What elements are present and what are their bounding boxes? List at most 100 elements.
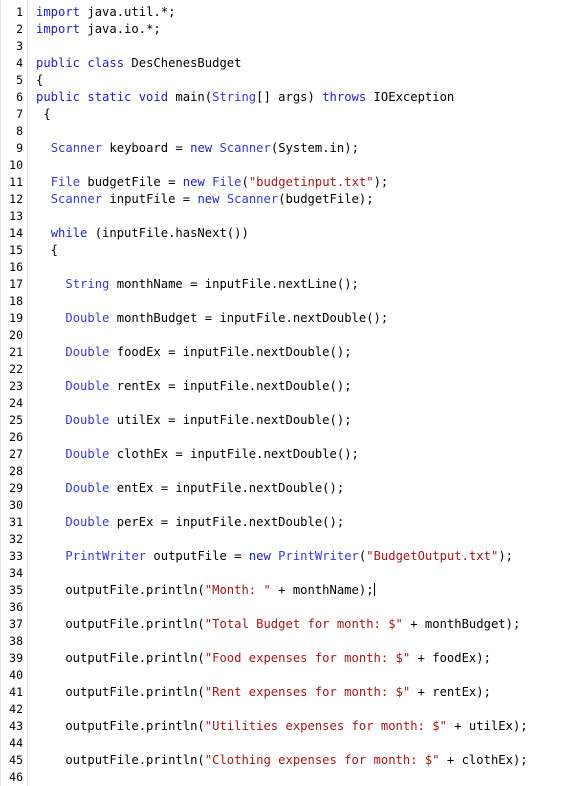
code-token-pln: [36, 481, 65, 495]
code-token-kw: import: [36, 5, 81, 19]
code-line[interactable]: [36, 395, 561, 412]
code-line[interactable]: [36, 633, 561, 650]
code-line[interactable]: [36, 531, 561, 548]
code-token-type: File: [212, 175, 242, 189]
code-line[interactable]: import java.util.*;: [36, 4, 561, 21]
code-line[interactable]: {: [36, 72, 561, 89]
code-line[interactable]: [36, 701, 561, 718]
code-line[interactable]: [36, 361, 561, 378]
line-number: 24: [9, 396, 23, 410]
code-line[interactable]: [36, 565, 561, 582]
code-line[interactable]: [36, 497, 561, 514]
line-number: 34: [9, 566, 23, 580]
code-line[interactable]: [36, 327, 561, 344]
code-line[interactable]: public static void main(String[] args) t…: [36, 89, 561, 106]
code-token-pln: [36, 277, 65, 291]
code-token-pln: clothEx = inputFile.nextDouble();: [109, 447, 359, 461]
code-token-str: "budgetinput.txt": [248, 175, 374, 189]
code-line[interactable]: outputFile.println("Rent expenses for mo…: [36, 684, 561, 701]
code-line[interactable]: [36, 599, 561, 616]
code-token-kw: public class: [36, 56, 125, 70]
code-line[interactable]: Double monthBudget = inputFile.nextDoubl…: [36, 310, 561, 327]
code-token-type: PrintWriter: [65, 549, 147, 563]
code-token-pln: [36, 515, 65, 529]
code-line[interactable]: Double entEx = inputFile.nextDouble();: [36, 480, 561, 497]
line-number: 23: [9, 379, 23, 393]
code-line[interactable]: [36, 208, 561, 225]
code-line[interactable]: Scanner keyboard = new Scanner(System.in…: [36, 140, 561, 157]
code-line[interactable]: [36, 429, 561, 446]
code-line[interactable]: [36, 38, 561, 55]
code-line[interactable]: outputFile.println("Total Budget for mon…: [36, 616, 561, 633]
code-token-type: PrintWriter: [278, 549, 359, 563]
code-token-type: String: [65, 277, 110, 291]
code-token-pln: (budgetFile);: [278, 192, 374, 206]
code-token-pln: [36, 379, 65, 393]
code-token-type: Double: [65, 447, 110, 461]
code-line[interactable]: [36, 123, 561, 140]
code-line[interactable]: public class DesChenesBudget: [36, 55, 561, 72]
code-token-type: File: [50, 175, 81, 189]
code-line[interactable]: Scanner inputFile = new Scanner(budgetFi…: [36, 191, 561, 208]
code-line[interactable]: Double foodEx = inputFile.nextDouble();: [36, 344, 561, 361]
code-line[interactable]: PrintWriter outputFile = new PrintWriter…: [36, 548, 561, 565]
line-number: 41: [9, 685, 23, 699]
code-line[interactable]: [36, 157, 561, 174]
code-line[interactable]: [36, 735, 561, 752]
line-number: 3: [16, 39, 23, 53]
code-line[interactable]: Double utilEx = inputFile.nextDouble();: [36, 412, 561, 429]
code-token-kw: new: [182, 175, 205, 189]
line-number: 44: [9, 736, 23, 750]
code-token-kw: while: [50, 226, 88, 240]
code-line[interactable]: outputFile.println("Food expenses for mo…: [36, 650, 561, 667]
code-token-pln: (: [241, 175, 249, 189]
code-line[interactable]: [36, 293, 561, 310]
code-token-pln: [36, 549, 65, 563]
code-token-pln: [36, 175, 51, 189]
code-line[interactable]: File budgetFile = new File("budgetinput.…: [36, 174, 561, 191]
code-token-pln: + clothEx);: [439, 753, 528, 767]
code-line[interactable]: [36, 463, 561, 480]
line-number: 11: [9, 175, 23, 189]
code-line[interactable]: Double rentEx = inputFile.nextDouble();: [36, 378, 561, 395]
code-token-pln: outputFile.println(: [36, 651, 205, 665]
code-token-str: "Food expenses for month: $": [204, 651, 411, 665]
code-line[interactable]: [36, 667, 561, 684]
code-line[interactable]: [36, 259, 561, 276]
code-line[interactable]: Double clothEx = inputFile.nextDouble();: [36, 446, 561, 463]
code-token-pln: outputFile.println(: [36, 583, 205, 597]
line-number: 4: [16, 56, 23, 70]
line-number: 39: [9, 651, 23, 665]
code-token-type: Scanner: [226, 192, 279, 206]
code-token-type: Scanner: [50, 192, 103, 206]
code-token-pln: [] args): [256, 90, 323, 104]
code-token-type: Double: [65, 379, 110, 393]
line-number: 45: [9, 753, 23, 767]
line-number: 46: [9, 770, 23, 784]
code-line[interactable]: Double perEx = inputFile.nextDouble();: [36, 514, 561, 531]
line-number: 38: [9, 634, 23, 648]
code-token-pln: [219, 192, 226, 206]
code-text-area[interactable]: import java.util.*; import java.io.*; pub…: [28, 0, 561, 786]
code-token-pln: outputFile =: [146, 549, 249, 563]
code-line[interactable]: outputFile.println("Clothing expenses fo…: [36, 752, 561, 769]
line-number: 22: [9, 362, 23, 376]
code-line[interactable]: {: [36, 106, 561, 123]
code-token-pln: outputFile.println(: [36, 753, 205, 767]
code-line[interactable]: outputFile.println("Month: " + monthName…: [36, 582, 561, 599]
code-line[interactable]: [36, 769, 561, 786]
code-token-pln: [36, 345, 65, 359]
code-token-pln: utilEx = inputFile.nextDouble();: [109, 413, 352, 427]
code-line[interactable]: import java.io.*;: [36, 21, 561, 38]
line-number: 18: [9, 294, 23, 308]
code-editor[interactable]: 1 2 3 4 5 6 7 8 9 10 11 12 13 14 15 16 17 18 19 20 21 22 23 24 2…: [0, 0, 561, 786]
code-token-type: Scanner: [50, 141, 103, 155]
code-line[interactable]: while (inputFile.hasNext()): [36, 225, 561, 242]
code-token-kw: import: [36, 22, 81, 36]
code-line[interactable]: String monthName = inputFile.nextLine();: [36, 276, 561, 293]
code-token-pln: [36, 192, 51, 206]
line-number: 20: [9, 328, 23, 342]
line-number: 1: [16, 5, 23, 19]
code-line[interactable]: {: [36, 242, 561, 259]
code-line[interactable]: outputFile.println("Utilities expenses f…: [36, 718, 561, 735]
